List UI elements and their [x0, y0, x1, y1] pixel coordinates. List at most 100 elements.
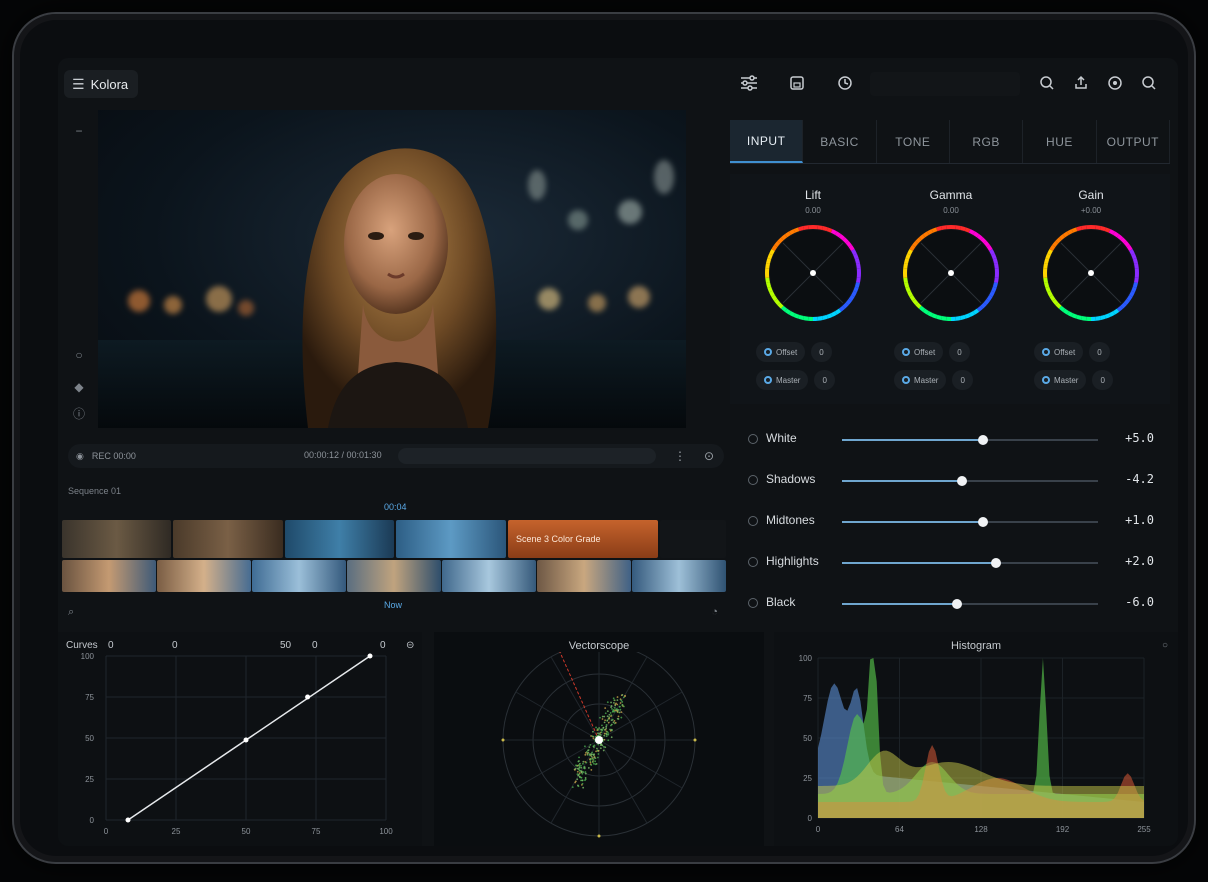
timeline-clip[interactable] [173, 520, 283, 558]
slider-knob[interactable] [977, 435, 988, 445]
wheel-ring-segment [838, 234, 846, 241]
curves-options-icon[interactable]: ⊝ [406, 640, 414, 651]
slider-radio[interactable] [748, 475, 758, 485]
offset-value-pill[interactable]: 0 [949, 342, 970, 362]
menu-icon: ☰ [72, 75, 85, 92]
master-value-pill[interactable]: 0 [1092, 370, 1113, 390]
collapse-icon[interactable]: − [68, 120, 90, 142]
scope-trace-dot [601, 729, 604, 732]
slider-fill [842, 562, 996, 564]
master-pill[interactable]: Master [894, 370, 947, 390]
save-icon[interactable] [786, 72, 808, 94]
slider-knob[interactable] [990, 558, 1001, 568]
timeline-clip[interactable] [62, 560, 156, 592]
offset-value-pill[interactable]: 0 [1089, 342, 1110, 362]
scope-trace-dot [603, 732, 606, 735]
slider-track[interactable] [842, 599, 1098, 609]
master-value-pill[interactable]: 0 [814, 370, 835, 390]
slider-radio[interactable] [748, 557, 758, 567]
wheel-ring-segment [968, 229, 975, 235]
offset-pill[interactable]: Offset [756, 342, 806, 362]
master-pill[interactable]: Master [1034, 370, 1087, 390]
timeline-marker-top[interactable]: 00:04 [384, 502, 407, 512]
offset-value-pill[interactable]: 0 [811, 342, 832, 362]
master-pill[interactable]: Master [756, 370, 809, 390]
info-icon[interactable]: ⓘ [68, 402, 90, 424]
scope-trace-dot [614, 721, 617, 724]
bokeh-light [528, 170, 546, 200]
search-icon[interactable] [1138, 72, 1160, 94]
playback-scrubber[interactable] [398, 448, 656, 464]
video-viewer[interactable] [98, 110, 686, 428]
slider-radio[interactable] [748, 598, 758, 608]
timeline-clip[interactable] [442, 560, 536, 592]
wheel-ring-segment [1045, 286, 1051, 293]
wheel-ring-segment [941, 316, 947, 321]
slider-track[interactable] [842, 517, 1098, 527]
curves-x-tick: 0 [104, 827, 109, 836]
lift-color-wheel[interactable] [760, 220, 866, 326]
scope-trace-dot [599, 716, 601, 719]
more-icon[interactable]: ⋮ [674, 449, 686, 463]
slider-knob[interactable] [957, 476, 968, 486]
tab-basic[interactable]: BASIC [803, 120, 877, 163]
slider-black: Black -6.0 [730, 584, 1170, 624]
tab-rgb[interactable]: RGB [950, 120, 1024, 163]
tab-output[interactable]: OUTPUT [1097, 120, 1170, 163]
histogram-options-icon[interactable]: ○ [1162, 640, 1168, 651]
target-icon[interactable]: ⊙ [704, 449, 714, 463]
timeline-clip[interactable] [632, 560, 726, 592]
slider-value: +5.0 [1125, 431, 1154, 445]
scope-trace-dot [601, 724, 603, 727]
bokeh-light [128, 290, 150, 312]
gamma-color-wheel[interactable] [898, 220, 1004, 326]
curves-graph[interactable]: 100 0 75 25 50 50 25 75 0 100 [58, 652, 422, 846]
timeline-clip-empty[interactable] [660, 520, 726, 558]
record-icon[interactable]: ◉ [76, 451, 84, 462]
slider-track[interactable] [842, 476, 1098, 486]
timeline-clip[interactable] [157, 560, 251, 592]
circle-icon[interactable]: ○ [68, 344, 90, 366]
wheel-ring-segment [834, 308, 842, 315]
timeline-clip[interactable] [396, 520, 506, 558]
wheel-ring-segment [1104, 227, 1111, 233]
history-icon[interactable] [834, 72, 856, 94]
timeline-clip[interactable] [537, 560, 631, 592]
slider-knob[interactable] [952, 599, 963, 609]
tab-input[interactable]: INPUT [730, 120, 804, 163]
tab-hue[interactable]: HUE [1023, 120, 1097, 163]
wheel-ring-segment [1076, 226, 1082, 232]
scope-trace-dot [584, 772, 587, 775]
scope-trace-dot [599, 747, 602, 750]
timeline-clip[interactable] [347, 560, 441, 592]
wheel-ring-segment [851, 249, 857, 256]
wheel-ring-segment [817, 225, 823, 230]
timeline-clip[interactable] [284, 520, 395, 558]
timeline-zoom-icon[interactable]: ⌕ [68, 606, 74, 619]
diamond-icon[interactable]: ◆ [68, 376, 90, 398]
app-menu-button[interactable]: ☰ Kolora [64, 70, 139, 98]
offset-pill[interactable]: Offset [1034, 342, 1084, 362]
slider-radio[interactable] [748, 516, 758, 526]
slider-track[interactable] [842, 558, 1098, 568]
offset-pill[interactable]: Offset [894, 342, 944, 362]
wheel-ring-segment [1112, 231, 1120, 238]
sliders-icon[interactable] [738, 72, 760, 94]
slider-knob[interactable] [977, 517, 988, 527]
timeline-clip[interactable] [252, 560, 346, 592]
slider-track[interactable] [842, 435, 1098, 445]
gain-color-wheel[interactable] [1038, 220, 1144, 326]
scope-trace-dot [598, 727, 601, 729]
wheel-value: 0.00 [805, 206, 821, 215]
timeline-chat-icon[interactable]: ◔ [711, 606, 718, 618]
wheel-ring-segment [931, 313, 938, 319]
master-value-pill[interactable]: 0 [952, 370, 973, 390]
settings-icon[interactable] [1104, 72, 1126, 94]
tab-tone[interactable]: TONE [877, 120, 950, 163]
slider-radio[interactable] [748, 434, 758, 444]
timeline-clip-selected[interactable]: Scene 3 Color Grade [507, 520, 659, 558]
export-icon[interactable] [1070, 72, 1092, 94]
toolbar-search-field[interactable] [870, 72, 1020, 96]
zoom-icon[interactable] [1036, 72, 1058, 94]
timeline-clip[interactable] [62, 520, 172, 558]
